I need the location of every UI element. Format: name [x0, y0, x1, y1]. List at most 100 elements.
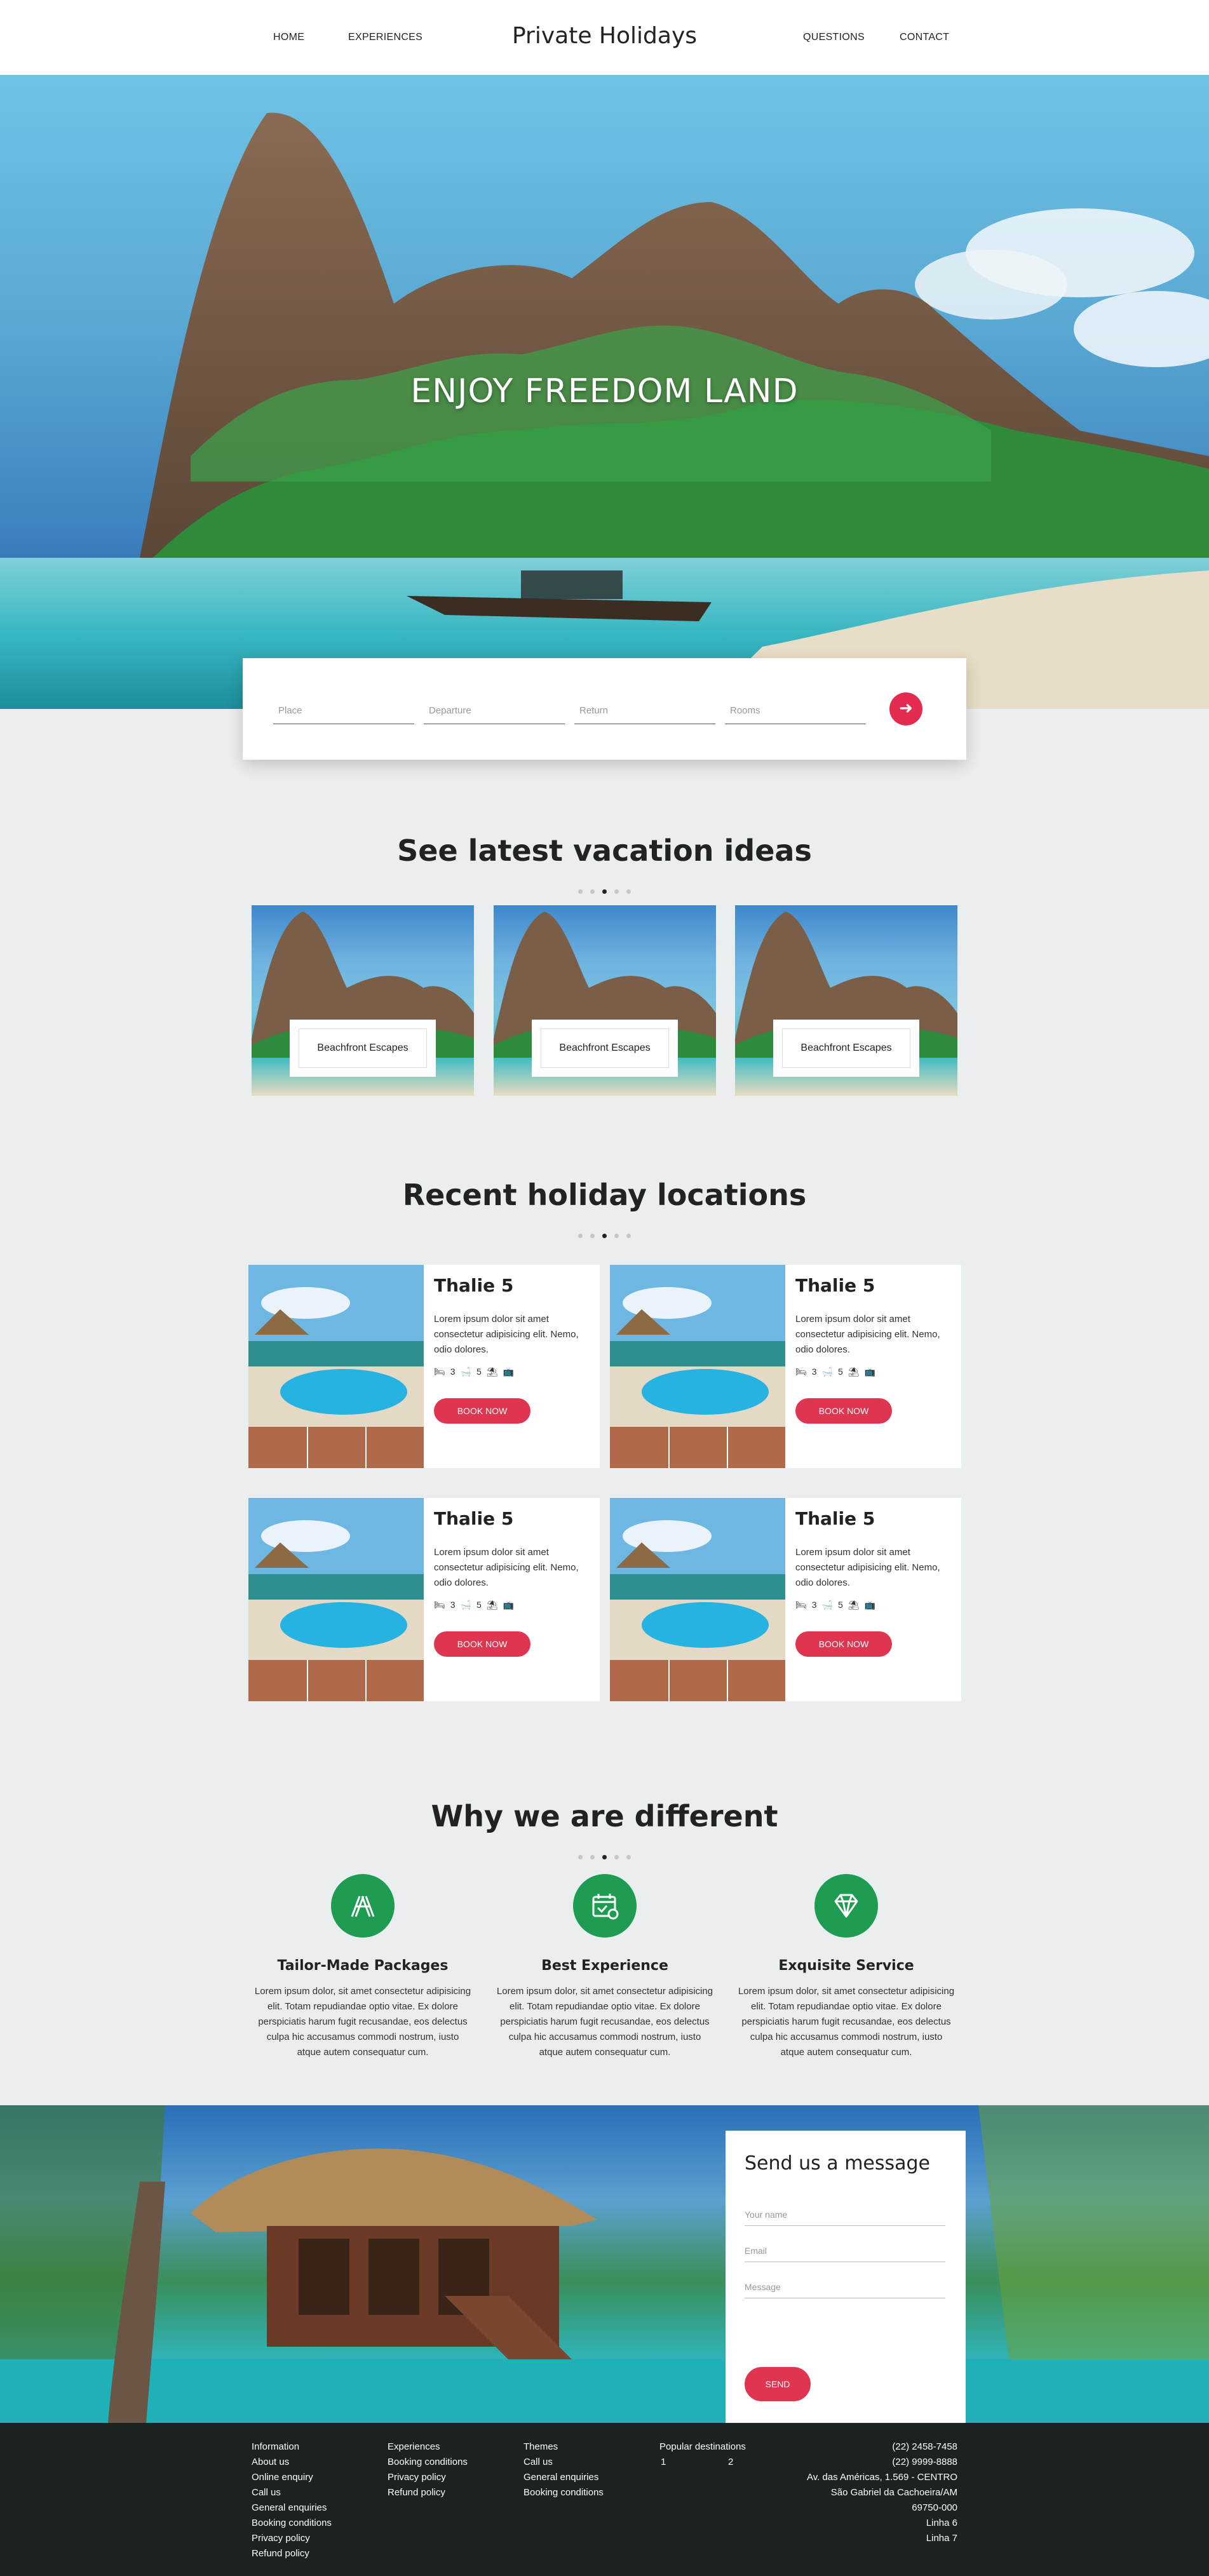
feature-icon-circle: [814, 1874, 878, 1938]
tv-icon: 📺: [864, 1366, 876, 1377]
ideas-carousel-dots: [0, 884, 1209, 896]
brand-title[interactable]: Private Holidays: [0, 23, 1209, 49]
footer-link[interactable]: Refund policy: [252, 2546, 332, 2561]
carousel-dot[interactable]: [626, 889, 631, 894]
footer-heading: Information: [252, 2441, 300, 2452]
feature-title: Tailor-Made Packages: [277, 1958, 449, 1974]
footer-link[interactable]: About us: [252, 2455, 332, 2470]
footer-link[interactable]: Call us: [523, 2455, 604, 2470]
ideas-section-title: See latest vacation ideas: [397, 833, 812, 868]
carousel-dot[interactable]: [590, 1855, 595, 1859]
location-image[interactable]: [248, 1265, 424, 1468]
footer-link[interactable]: Refund policy: [388, 2485, 468, 2500]
departure-input[interactable]: Departure: [424, 698, 565, 724]
footer: Information About us Online enquiry Call…: [0, 2423, 1209, 2576]
footer-link[interactable]: Booking conditions: [252, 2516, 332, 2531]
footer-column-information: Information About us Online enquiry Call…: [252, 2439, 332, 2561]
book-now-button[interactable]: BOOK NOW: [434, 1631, 530, 1657]
carousel-dot[interactable]: [578, 1855, 583, 1859]
footer-link[interactable]: Online enquiry: [252, 2470, 332, 2485]
footer-link[interactable]: Call us: [252, 2485, 332, 2500]
bed-count: 3: [450, 1366, 456, 1377]
feature-title: Exquisite Service: [778, 1958, 914, 1974]
idea-card[interactable]: Beachfront Escapes: [494, 905, 716, 1096]
idea-card[interactable]: Beachfront Escapes: [735, 905, 957, 1096]
tv-icon: 📺: [864, 1600, 876, 1610]
send-button[interactable]: SEND: [745, 2367, 811, 2401]
feature-text: Lorem ipsum dolor, sit amet consectetur …: [496, 1986, 713, 2058]
beach-umbrella-icon: ⛱: [848, 1366, 860, 1377]
book-now-button[interactable]: BOOK NOW: [434, 1398, 530, 1424]
nav-contact-link[interactable]: CONTACT: [900, 32, 949, 43]
footer-column-themes: Themes Call us General enquiries Booking…: [523, 2439, 604, 2500]
bath-icon: 🛁: [821, 1366, 834, 1377]
search-form: Place Departure Return Rooms ➜: [243, 658, 966, 760]
name-input[interactable]: Your name: [745, 2203, 945, 2226]
footer-link[interactable]: Privacy policy: [388, 2470, 468, 2485]
footer-heading: Themes: [523, 2441, 558, 2452]
carousel-dot-active[interactable]: [602, 1855, 607, 1859]
phone-2: (22) 9999-8888: [892, 2457, 957, 2467]
bed-icon: 🛏: [434, 1366, 445, 1377]
bath-count: 5: [838, 1600, 843, 1610]
footer-link[interactable]: Privacy policy: [252, 2531, 332, 2546]
nav-questions-link[interactable]: QUESTIONS: [803, 32, 865, 43]
location-image[interactable]: [248, 1498, 424, 1701]
bed-icon: 🛏: [795, 1600, 807, 1610]
phone-1: (22) 2458-7458: [892, 2441, 957, 2452]
address-line-7: Linha 7: [926, 2533, 957, 2544]
feature-text: Lorem ipsum dolor, sit amet consectetur …: [738, 1986, 955, 2058]
beach-umbrella-icon: ⛱: [486, 1600, 498, 1610]
bath-icon: 🛁: [460, 1366, 472, 1377]
features-carousel-dots: [0, 1850, 1209, 1862]
footer-link[interactable]: Booking conditions: [388, 2455, 468, 2470]
carousel-dot[interactable]: [614, 889, 619, 894]
footer-page-link[interactable]: 1: [659, 2455, 728, 2470]
tools-icon: [351, 1896, 375, 1917]
idea-card[interactable]: Beachfront Escapes: [252, 905, 474, 1096]
location-card: Thalie 5 Lorem ipsum dolor sit amet cons…: [610, 1498, 961, 1701]
location-image[interactable]: [610, 1498, 785, 1701]
location-card: Thalie 5 Lorem ipsum dolor sit amet cons…: [248, 1265, 600, 1468]
location-description: Lorem ipsum dolor sit amet consectetur a…: [434, 1314, 579, 1355]
search-submit-button[interactable]: ➜: [889, 692, 922, 725]
carousel-dot-active[interactable]: [602, 889, 607, 894]
bed-count: 3: [811, 1600, 817, 1610]
location-description: Lorem ipsum dolor sit amet consectetur a…: [434, 1547, 579, 1588]
bed-icon: 🛏: [434, 1600, 445, 1610]
carousel-dot-active[interactable]: [602, 1234, 607, 1238]
email-input[interactable]: Email: [745, 2239, 945, 2262]
carousel-dot[interactable]: [626, 1234, 631, 1238]
footer-link[interactable]: Booking conditions: [523, 2485, 604, 2500]
location-image[interactable]: [610, 1265, 785, 1468]
beach-umbrella-icon: ⛱: [848, 1600, 860, 1610]
message-input[interactable]: Message: [745, 2276, 945, 2298]
carousel-dot[interactable]: [614, 1855, 619, 1859]
book-now-button[interactable]: BOOK NOW: [795, 1398, 892, 1424]
feature-icon-circle: [331, 1874, 395, 1938]
footer-column-destinations: Popular destinations 12: [659, 2439, 746, 2470]
footer-link[interactable]: General enquiries: [523, 2470, 604, 2485]
calendar-check-icon: [592, 1894, 619, 1920]
location-name: Thalie 5: [795, 1508, 875, 1529]
carousel-dot[interactable]: [578, 889, 583, 894]
return-input[interactable]: Return: [574, 698, 715, 724]
rooms-input[interactable]: Rooms: [725, 698, 866, 724]
carousel-dot[interactable]: [578, 1234, 583, 1238]
bath-icon: 🛁: [821, 1600, 834, 1610]
address-city: São Gabriel da Cachoeira/AM: [830, 2487, 957, 2498]
location-name: Thalie 5: [795, 1275, 875, 1296]
carousel-dot[interactable]: [626, 1855, 631, 1859]
place-input[interactable]: Place: [273, 698, 414, 724]
book-now-button[interactable]: BOOK NOW: [795, 1631, 892, 1657]
footer-heading: Popular destinations: [659, 2441, 746, 2452]
carousel-dot[interactable]: [614, 1234, 619, 1238]
carousel-dot[interactable]: [590, 889, 595, 894]
top-navbar: HOME EXPERIENCES Private Holidays QUESTI…: [0, 0, 1209, 75]
feature-item: Best Experience Lorem ipsum dolor, sit a…: [494, 1874, 716, 2060]
carousel-dot[interactable]: [590, 1234, 595, 1238]
footer-heading: Experiences: [388, 2441, 440, 2452]
footer-page-link[interactable]: 2: [728, 2457, 733, 2467]
footer-link[interactable]: General enquiries: [252, 2500, 332, 2516]
feature-item: Tailor-Made Packages Lorem ipsum dolor, …: [252, 1874, 474, 2060]
